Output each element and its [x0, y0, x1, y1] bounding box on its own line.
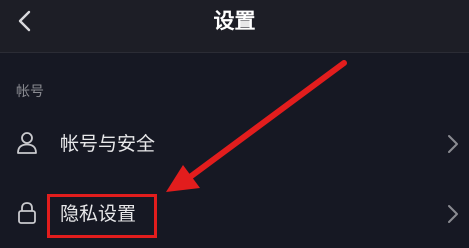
- highlight-box: [47, 194, 157, 238]
- page-title: 设置: [213, 9, 256, 33]
- top-bar: 设置: [0, 0, 469, 53]
- account-security-row[interactable]: 帐号与安全: [0, 119, 469, 169]
- person-icon: [17, 132, 37, 154]
- account-security-label: 帐号与安全: [60, 133, 156, 155]
- chevron-right-icon: [448, 205, 458, 223]
- lock-icon: [18, 202, 36, 224]
- section-label-account: 帐号: [16, 84, 44, 100]
- settings-screen: 设置 帐号 帐号与安全 隐私设置: [0, 0, 469, 248]
- chevron-right-icon: [448, 135, 458, 153]
